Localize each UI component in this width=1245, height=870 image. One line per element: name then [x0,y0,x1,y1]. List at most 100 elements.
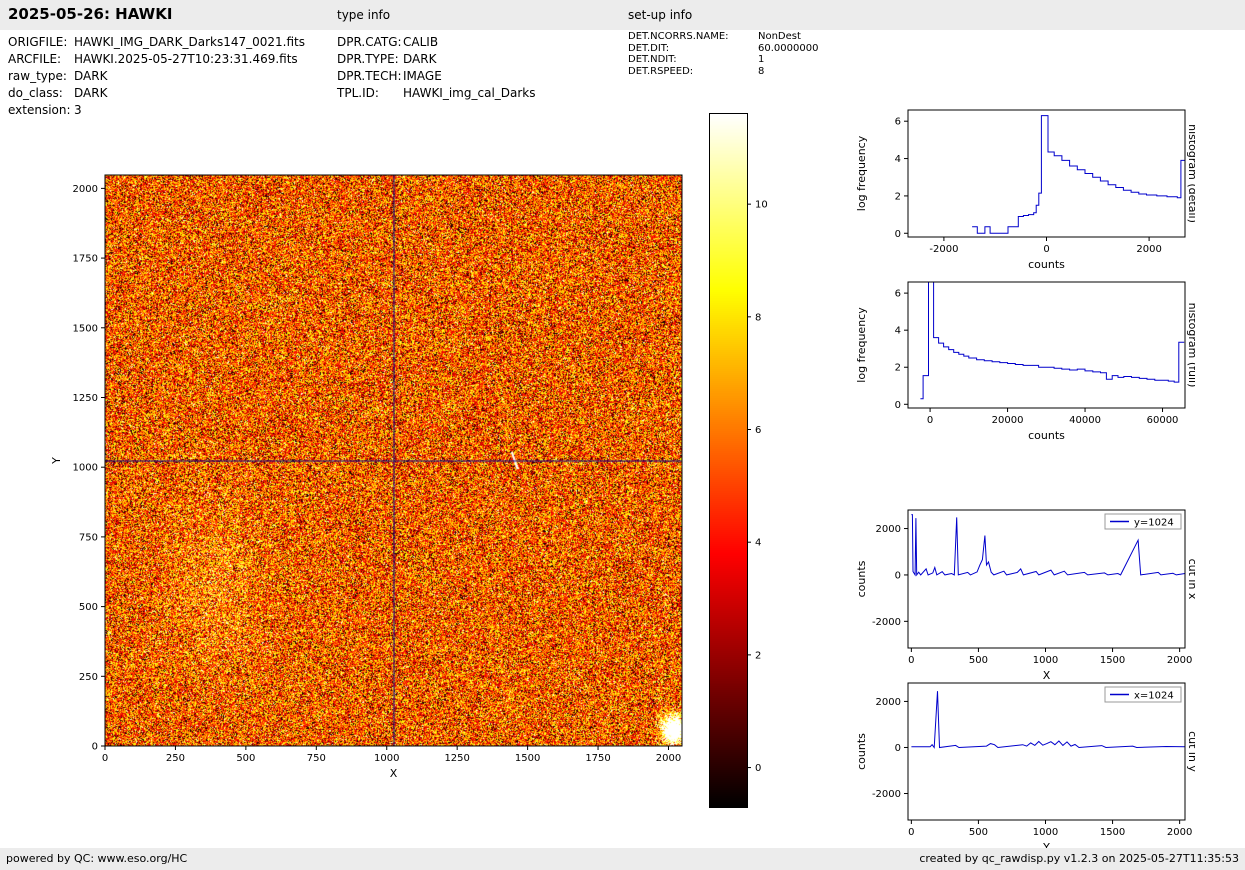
meta-label: raw_type: [8,69,74,83]
footer-created-by: created by qc_rawdisp.py v1.2.3 on 2025-… [919,852,1239,865]
svg-text:6: 6 [895,117,901,128]
meta-value: 60.0000000 [758,43,818,54]
meta-label: DET.NDIT: [628,54,758,65]
setup-info-heading: set-up info [628,8,692,22]
meta-row-dprtype: DPR.TYPE: DARK [337,50,536,67]
svg-text:2000: 2000 [656,753,681,764]
svg-text:4: 4 [895,154,901,165]
meta-row-tplid: TPL.ID: HAWKI_img_cal_Darks [337,84,536,101]
svg-text:counts: counts [855,560,868,597]
meta-label: DET.DIT: [628,43,758,54]
svg-text:1000: 1000 [374,753,399,764]
svg-text:x=1024: x=1024 [1134,691,1174,702]
svg-text:2: 2 [895,191,901,202]
svg-text:500: 500 [79,602,98,613]
setup-info-block: DET.NCORRS.NAME: NonDest DET.DIT: 60.000… [628,31,818,77]
svg-text:0: 0 [755,763,761,774]
svg-text:counts: counts [1028,429,1065,442]
svg-text:2: 2 [895,363,901,374]
svg-text:2: 2 [755,650,761,661]
svg-text:2000: 2000 [876,697,901,708]
page-title: 2025-05-26: HAWKI [8,5,172,23]
meta-label: ARCFILE: [8,52,74,66]
meta-label: DET.RSPEED: [628,66,758,77]
meta-label: DPR.CATG: [337,35,403,49]
svg-text:4: 4 [755,538,761,549]
type-info-block: DPR.CATG: CALIB DPR.TYPE: DARK DPR.TECH:… [337,33,536,101]
svg-text:-2000: -2000 [929,244,958,255]
svg-text:0: 0 [102,753,108,764]
meta-row-extension: extension: 3 [8,101,305,118]
svg-text:X: X [390,767,398,780]
svg-text:250: 250 [166,753,185,764]
meta-label: ORIGFILE: [8,35,74,49]
svg-text:1000: 1000 [1033,827,1058,838]
svg-text:1500: 1500 [1100,655,1125,666]
file-info-block: ORIGFILE: HAWKI_IMG_DARK_Darks147_0021.f… [8,33,305,118]
svg-text:0: 0 [895,229,901,240]
meta-row-doclass: do_class: DARK [8,84,305,101]
meta-row-dit: DET.DIT: 60.0000000 [628,43,818,55]
header-bar: 2025-05-26: HAWKI type info set-up info [0,0,1245,30]
meta-row-ncorrs: DET.NCORRS.NAME: NonDest [628,31,818,43]
meta-label: DPR.TECH: [337,69,403,83]
svg-text:1500: 1500 [515,753,540,764]
meta-label: TPL.ID: [337,86,403,100]
svg-text:0: 0 [1043,244,1049,255]
cut-in-y-plot: 0500100015002000-200002000Ycountscut in … [845,668,1195,862]
svg-text:1500: 1500 [73,323,98,334]
histogram-detail-plot: -2000 0 2000 0 2 4 6 counts log frequency histogr… [845,95,1195,280]
svg-text:1250: 1250 [73,393,98,404]
qc-report-page: 2025-05-26: HAWKI type info set-up info … [0,0,1245,870]
svg-text:-2000: -2000 [872,617,901,628]
svg-text:histogram (full): histogram (full) [1186,303,1195,388]
svg-text:1000: 1000 [73,463,98,474]
svg-text:0: 0 [895,743,901,754]
svg-text:750: 750 [307,753,326,764]
meta-value: 8 [758,66,764,77]
svg-text:2000: 2000 [73,184,98,195]
footer-powered-by: powered by QC: www.eso.org/HC [6,852,187,865]
svg-text:1000: 1000 [1033,655,1058,666]
meta-row-ndit: DET.NDIT: 1 [628,54,818,66]
svg-text:0: 0 [895,570,901,581]
meta-value: DARK [74,69,107,83]
meta-row-rspeed: DET.RSPEED: 8 [628,66,818,78]
meta-row-arcfile: ARCFILE: HAWKI.2025-05-27T10:23:31.469.f… [8,50,305,67]
svg-text:histogram (detail): histogram (detail) [1186,124,1195,223]
type-info-heading: type info [337,8,390,22]
svg-text:2000: 2000 [1167,655,1192,666]
svg-text:750: 750 [79,532,98,543]
svg-text:y=1024: y=1024 [1134,518,1174,529]
meta-row-dprtech: DPR.TECH: IMAGE [337,67,536,84]
meta-value: 3 [74,103,82,117]
svg-text:1500: 1500 [1100,827,1125,838]
svg-text:500: 500 [969,655,988,666]
meta-value: CALIB [403,35,438,49]
svg-text:8: 8 [755,312,761,323]
svg-text:2000: 2000 [876,524,901,535]
meta-value: HAWKI.2025-05-27T10:23:31.469.fits [74,52,298,66]
svg-text:0: 0 [92,742,98,753]
footer-bar: powered by QC: www.eso.org/HC created by… [0,848,1245,870]
histogram-full-plot: 0 20000 40000 60000 0 2 4 6 counts log frequency h… [845,267,1195,452]
svg-text:250: 250 [79,672,98,683]
meta-row-rawtype: raw_type: DARK [8,67,305,84]
svg-text:1250: 1250 [444,753,469,764]
svg-text:500: 500 [969,827,988,838]
meta-value: IMAGE [403,69,442,83]
svg-text:2000: 2000 [1167,827,1192,838]
svg-text:-2000: -2000 [872,789,901,800]
svg-text:6: 6 [755,425,761,436]
meta-value: DARK [403,52,436,66]
meta-label: extension: [8,103,74,117]
meta-value: NonDest [758,31,801,42]
meta-row-origfile: ORIGFILE: HAWKI_IMG_DARK_Darks147_0021.f… [8,33,305,50]
svg-text:2000: 2000 [1136,244,1161,255]
svg-text:counts: counts [855,733,868,770]
meta-label: do_class: [8,86,74,100]
svg-text:0: 0 [895,400,901,411]
svg-text:0: 0 [908,827,914,838]
svg-text:Y: Y [50,457,63,465]
svg-text:60000: 60000 [1147,415,1179,426]
